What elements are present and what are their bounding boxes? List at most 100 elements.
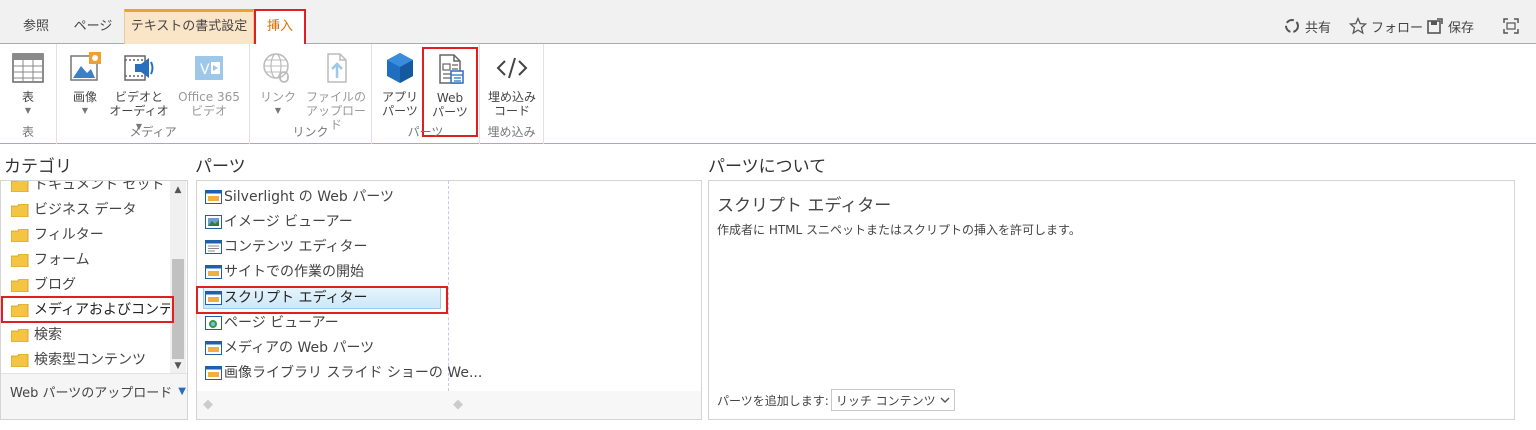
share-icon — [1285, 19, 1299, 33]
tab-format-text[interactable]: テキストの書式設定 — [124, 9, 254, 44]
focus-content-button[interactable] — [1502, 16, 1520, 36]
webpart-icon — [205, 190, 222, 204]
office365-video-button[interactable]: V Office 365 ビデオ — [171, 50, 247, 118]
embed-code-label-1: 埋め込み — [487, 90, 536, 104]
tab-browse[interactable]: 参照 — [10, 11, 62, 43]
category-item[interactable]: フィルター — [11, 223, 104, 247]
video-audio-button[interactable]: ビデオと オーディオ▼ — [109, 50, 169, 134]
category-item[interactable]: フォーム — [11, 248, 90, 272]
image-button[interactable]: 画像 ▼ — [65, 50, 105, 118]
web-part-icon — [439, 54, 464, 84]
arrow-right-icon[interactable]: ◆ — [453, 397, 463, 412]
image-viewer-icon — [205, 215, 222, 229]
star-icon — [1349, 17, 1367, 35]
part-item[interactable]: コンテンツ エディター — [205, 235, 367, 259]
fullscreen-icon — [1503, 18, 1519, 34]
category-item[interactable]: 検索型コンテンツ — [11, 348, 146, 372]
web-part-label-2: パーツ — [432, 105, 468, 119]
embed-code-label-2: コード — [493, 104, 530, 118]
part-item[interactable]: メディアの Web パーツ — [205, 336, 374, 360]
tab-page[interactable]: ページ — [64, 11, 122, 43]
category-highlight-box — [1, 296, 174, 323]
folder-icon — [11, 181, 29, 192]
app-part-label-2: パーツ — [382, 104, 418, 118]
tab-insert[interactable]: 挿入 — [254, 9, 306, 45]
folder-icon — [11, 328, 29, 342]
chevron-down-icon: ▼ — [178, 386, 186, 397]
group-label-embed: 埋め込み — [487, 125, 536, 139]
group-label-media: メディア — [129, 125, 177, 139]
image-label: 画像 — [72, 90, 97, 104]
folder-icon — [11, 203, 29, 217]
office365-video-label-2: ビデオ — [190, 104, 227, 118]
part-item[interactable]: Silverlight の Web パーツ — [205, 185, 394, 209]
scroll-down-icon[interactable]: ▼ — [170, 361, 186, 371]
link-button[interactable]: リンク ▼ — [256, 50, 300, 118]
save-label: 保存 — [1448, 20, 1475, 36]
add-part-row: パーツを追加します: リッチ コンテンツ — [717, 389, 955, 411]
app-part-button[interactable]: アプリ パーツ — [378, 50, 422, 118]
about-part-name: スクリプト エディター — [717, 196, 892, 216]
chevron-down-icon: ▼ — [24, 106, 32, 115]
webpart-icon — [205, 341, 222, 355]
group-label-parts: パーツ — [407, 125, 444, 139]
page-viewer-icon — [205, 316, 222, 330]
add-part-label: パーツを追加します: — [717, 393, 829, 408]
share-label: 共有 — [1305, 20, 1332, 36]
upload-webpart-label: Web パーツのアップロード — [10, 386, 173, 401]
code-icon — [496, 57, 528, 79]
upload-webpart-area: Web パーツのアップロード ▼ — [1, 373, 187, 419]
ribbon-group-media: 画像 ▼ ビデオと オーディオ▼ V Office 365 ビデオ メディア — [57, 44, 250, 144]
zone-select[interactable]: リッチ コンテンツ — [830, 389, 955, 411]
follow-button[interactable]: フォロー — [1349, 16, 1423, 36]
svg-text:V: V — [200, 62, 210, 78]
ribbon-group-embed: 埋め込み コード 埋め込み — [480, 44, 544, 144]
category-item[interactable]: ドキュメント セット — [11, 181, 164, 197]
upload-file-button[interactable]: ファイルの アップロード — [302, 50, 370, 132]
folder-icon — [11, 353, 29, 367]
folder-icon — [11, 228, 29, 242]
scroll-up-icon[interactable]: ▲ — [170, 185, 186, 195]
zone-select-value: リッチ コンテンツ — [835, 393, 936, 408]
about-title: パーツについて — [708, 157, 827, 177]
ribbon-group-link: リンク ▼ ファイルの アップロード リンク — [250, 44, 372, 144]
ribbon-group-table: 表 ▼ 表 — [0, 44, 57, 144]
video-audio-icon — [124, 55, 154, 81]
upload-file-label-1: ファイルの — [305, 90, 366, 104]
category-item[interactable]: ブログ — [11, 273, 76, 297]
globe-link-icon — [263, 53, 289, 83]
part-item[interactable]: イメージ ビューアー — [205, 210, 353, 234]
part-item[interactable]: 画像ライブラリ スライド ショーの We... — [205, 361, 482, 385]
chevron-down-icon — [940, 397, 950, 403]
parts-title: パーツ — [195, 157, 246, 177]
parts-pager: ◆ ◆ — [197, 391, 701, 419]
save-button[interactable]: 保存 — [1426, 16, 1474, 36]
ribbon-group-parts: アプリ パーツ Web パーツ パーツ — [372, 44, 480, 144]
office365-video-icon: V — [195, 56, 223, 80]
upload-webpart-link[interactable]: Web パーツのアップロード ▼ — [10, 382, 186, 401]
ribbon-tab-bar: 参照 ページ テキストの書式設定 挿入 共有 フォロー 保存 — [0, 0, 1536, 45]
office365-video-label-1: Office 365 — [178, 90, 240, 104]
folder-icon — [11, 278, 29, 292]
arrow-left-icon[interactable]: ◆ — [203, 397, 213, 412]
part-item[interactable]: サイトでの作業の開始 — [205, 260, 364, 284]
upload-file-icon — [327, 53, 347, 83]
category-item[interactable]: ビジネス データ — [11, 198, 136, 222]
table-button[interactable]: 表 ▼ — [8, 50, 48, 118]
chevron-down-icon: ▼ — [81, 106, 89, 115]
part-highlight-box — [196, 286, 448, 314]
video-audio-label-1: ビデオと — [114, 90, 163, 104]
part-item[interactable]: ページ ビューアー — [205, 311, 339, 335]
webpart-icon — [205, 265, 222, 279]
content-editor-icon — [205, 240, 222, 254]
category-scrollbar[interactable]: ▲ ▼ — [170, 181, 186, 373]
category-list: ドキュメント セット ビジネス データ フィルター フォーム ブログ メディアお… — [1, 181, 173, 373]
embed-code-button[interactable]: 埋め込み コード — [482, 50, 542, 118]
category-item[interactable]: 検索 — [11, 323, 62, 347]
link-label: リンク — [259, 90, 296, 104]
app-part-label-1: アプリ — [381, 90, 418, 104]
share-button[interactable]: 共有 — [1283, 16, 1331, 36]
table-label: 表 — [21, 90, 34, 104]
follow-label: フォロー — [1371, 20, 1424, 36]
webpart-icon — [205, 366, 222, 380]
